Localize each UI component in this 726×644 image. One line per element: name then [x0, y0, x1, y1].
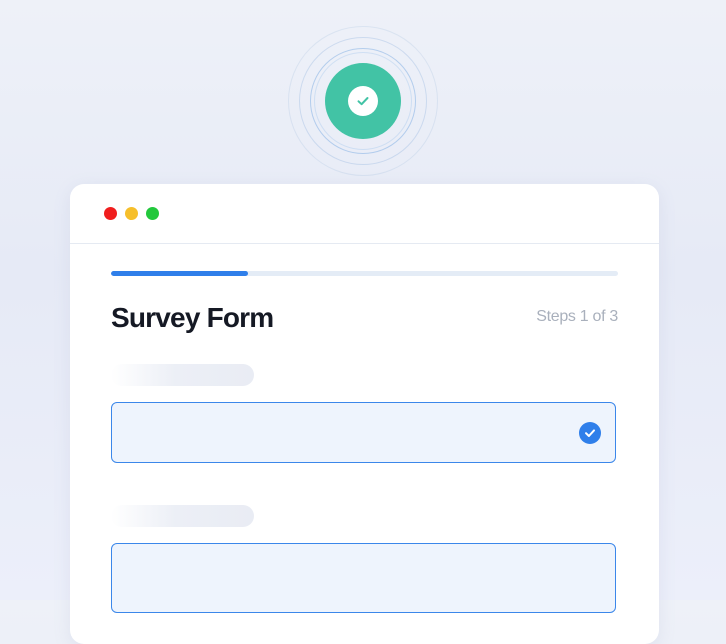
- field-label-placeholder: [111, 505, 254, 527]
- check-circle-icon: [579, 421, 601, 444]
- success-badge: [325, 63, 401, 139]
- window-titlebar: [70, 184, 659, 244]
- page-title: Survey Form: [111, 302, 274, 333]
- minimize-window-button[interactable]: [125, 207, 138, 220]
- check-icon: [348, 86, 378, 116]
- survey-field-1[interactable]: [111, 402, 616, 463]
- progress-fill: [111, 271, 248, 276]
- field-label-placeholder: [111, 364, 254, 386]
- close-window-button[interactable]: [104, 207, 117, 220]
- step-indicator: Steps 1 of 3: [536, 308, 618, 325]
- survey-window: Survey Form Steps 1 of 3: [70, 184, 659, 644]
- survey-field-2[interactable]: [111, 543, 616, 613]
- maximize-window-button[interactable]: [146, 207, 159, 220]
- progress-bar: [111, 271, 618, 276]
